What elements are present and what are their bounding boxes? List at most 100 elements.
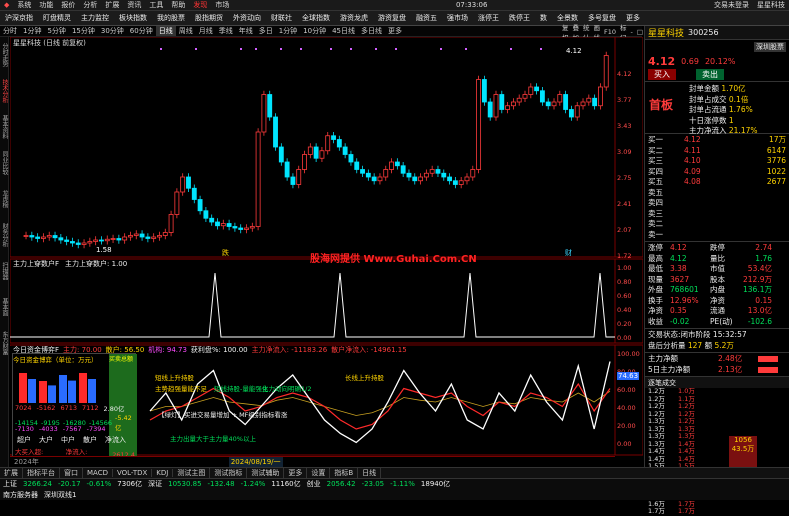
menu-item-5[interactable]: 资讯 xyxy=(123,0,145,11)
orderbook-price: 4.12 xyxy=(684,135,701,144)
toolbar-item-8[interactable]: 全球指数 xyxy=(297,11,335,26)
period-item-12[interactable]: 1分钟 xyxy=(276,26,300,36)
toolbar-item-12[interactable]: 强市场 xyxy=(442,11,473,26)
period-item-7[interactable]: 周线 xyxy=(176,26,196,36)
period-item-13[interactable]: 10分钟 xyxy=(300,26,329,36)
period-item-16[interactable]: 更多 xyxy=(385,26,405,36)
menu-item-7[interactable]: 帮助 xyxy=(167,0,189,11)
main-net-label: 主力净流入 xyxy=(689,126,727,135)
period-item-9[interactable]: 季线 xyxy=(216,26,236,36)
bottom-tab-9[interactable]: 更多 xyxy=(284,468,308,478)
orderbook-row-sell-0[interactable]: 卖五 xyxy=(648,188,786,199)
login-status[interactable]: 交易未登录 xyxy=(710,0,753,11)
time-axis-cursor: 2024/08/19/一 xyxy=(228,456,283,467)
toolbar-item-9[interactable]: 游资龙虎 xyxy=(335,11,373,26)
menu-item-3[interactable]: 分析 xyxy=(79,0,101,11)
menu-item-1[interactable]: 功能 xyxy=(35,0,57,11)
period-item-14[interactable]: 45日线 xyxy=(329,26,358,36)
toolbar-item-11[interactable]: 融资五 xyxy=(411,11,442,26)
left-rail-tab-4[interactable]: 龙虎榜 xyxy=(0,181,9,217)
toolbar-item-4[interactable]: 我的股票 xyxy=(152,11,190,26)
stock-price: 4.12 xyxy=(648,54,676,68)
toolbar-item-13[interactable]: 涨停王 xyxy=(473,11,504,26)
bottom-tab-8[interactable]: 测试辅助 xyxy=(247,468,285,478)
bottom-tab-0[interactable]: 扩展 xyxy=(0,468,23,478)
period-item-4[interactable]: 30分钟 xyxy=(98,26,127,36)
bottom-tab-7[interactable]: 测试指标 xyxy=(210,468,248,478)
orderbook-row-buy-2[interactable]: 买三 4.10 3776 xyxy=(648,156,786,167)
toolbar-item-7[interactable]: 财联社 xyxy=(266,11,297,26)
left-rail-tab-7[interactable]: 基本面 xyxy=(0,289,9,325)
bottom-tab-2[interactable]: 窗口 xyxy=(60,468,83,478)
left-rail-tab-1[interactable]: 技术分析 xyxy=(0,73,9,109)
toolbar-item-3[interactable]: 板块指数 xyxy=(114,11,152,26)
orderbook-row-sell-2[interactable]: 卖三 xyxy=(648,209,786,220)
after-hours-vol: 127 xyxy=(687,340,703,350)
bottom-tab-10[interactable]: 设置 xyxy=(307,468,331,478)
orderbook-row-buy-4[interactable]: 买五 4.08 2677 xyxy=(648,177,786,188)
left-rail-tab-0[interactable]: 分时走势 xyxy=(0,37,9,73)
stats-row-4: 外盘 768601 内盘 136.1万 xyxy=(648,285,786,296)
ind2.y_labels-tick-2: 60.00 xyxy=(617,386,636,394)
period-item-15[interactable]: 多日线 xyxy=(358,26,385,36)
ind2-value-tag: 74.63 xyxy=(617,372,640,380)
menu-market[interactable]: 市场 xyxy=(211,0,233,11)
sell-button[interactable]: 卖出 xyxy=(696,69,724,80)
toolbar-item-6[interactable]: 外资动向 xyxy=(228,11,266,26)
period-item-8[interactable]: 月线 xyxy=(196,26,216,36)
bottom-tab-1[interactable]: 指标平台 xyxy=(23,468,60,478)
orderbook-row-buy-0[interactable]: 买一 4.12 17万 xyxy=(648,135,786,146)
bottom-tab-11[interactable]: 指标B xyxy=(330,468,359,478)
toolbar-item-2[interactable]: 主力监控 xyxy=(76,11,114,26)
period-item-0[interactable]: 分时 xyxy=(0,26,20,36)
main-flow-row-0: 主力净额 2.48亿 xyxy=(648,354,786,365)
ind2-annotation-0: 短线上升持股 xyxy=(155,374,194,382)
toolbar-item-14[interactable]: 跌停王 xyxy=(504,11,535,26)
period-item-5[interactable]: 60分钟 xyxy=(127,26,156,36)
bottom-tab-5[interactable]: KDJ xyxy=(152,469,174,477)
bottom-tab-3[interactable]: MACD xyxy=(83,469,113,477)
buy-button[interactable]: 买入 xyxy=(648,69,676,80)
stats-cell: 收益 xyxy=(648,316,663,326)
orderbook-label: 买三 xyxy=(648,156,663,165)
toolbar-item-15[interactable]: 数 xyxy=(535,11,552,26)
chart-control-4[interactable]: F10 xyxy=(602,28,618,36)
left-rail-tab-5[interactable]: 财务分析 xyxy=(0,217,9,253)
menu-item-0[interactable]: 系统 xyxy=(13,0,35,11)
menu-item-4[interactable]: 扩展 xyxy=(101,0,123,11)
toolbar-item-5[interactable]: 股指期货 xyxy=(190,11,228,26)
stock-header: 星星科技 300256 xyxy=(645,26,789,40)
price-row: 4.12 0.69 20.12% xyxy=(645,54,789,68)
stats-cell: 0.15 xyxy=(755,295,772,305)
menu-item-6[interactable]: 工具 xyxy=(145,0,167,11)
orderbook-row-sell-1[interactable]: 卖四 xyxy=(648,198,786,209)
cy-value: 2056.42 xyxy=(326,480,356,488)
menu-active[interactable]: 发现 xyxy=(189,0,211,11)
toolbar-item-1[interactable]: 盯盘精灵 xyxy=(38,11,76,26)
left-rail-tab-2[interactable]: 基本资料 xyxy=(0,109,9,145)
server-line[interactable]: 深圳双线1 xyxy=(41,490,79,501)
stats-cell: 2.74 xyxy=(755,243,772,252)
capbox-row1-0: 7024 xyxy=(15,404,32,412)
period-item-3[interactable]: 15分钟 xyxy=(69,26,98,36)
left-rail-tab-3[interactable]: 同业比较 xyxy=(0,145,9,181)
orderbook-row-buy-3[interactable]: 买四 4.09 1022 xyxy=(648,167,786,178)
period-item-2[interactable]: 5分钟 xyxy=(44,26,68,36)
period-item-1[interactable]: 1分钟 xyxy=(20,26,44,36)
left-rail-tab-6[interactable]: 扫描器 xyxy=(0,253,9,289)
period-item-11[interactable]: 多日 xyxy=(256,26,276,36)
period-item-6[interactable]: 日线 xyxy=(155,26,176,36)
menu-item-2[interactable]: 报价 xyxy=(57,0,79,11)
toolbar-item-0[interactable]: 沪深京指 xyxy=(0,11,38,26)
left-rail-tab-8[interactable]: 东方财富 xyxy=(0,325,9,361)
orderbook-row-sell-4[interactable]: 卖一 xyxy=(648,230,786,241)
bottom-tab-12[interactable]: 日线 xyxy=(358,468,382,478)
capbox-labels-1: 大户 xyxy=(39,436,53,444)
orderbook-row-sell-3[interactable]: 卖二 xyxy=(648,219,786,230)
bottom-tab-4[interactable]: VOL-TDX xyxy=(113,469,153,477)
bottom-tab-6[interactable]: 测试主图 xyxy=(173,468,211,478)
orderbook-row-buy-1[interactable]: 买二 4.11 6147 xyxy=(648,146,786,157)
period-item-10[interactable]: 年线 xyxy=(236,26,256,36)
server-name[interactable]: 南方服务器 xyxy=(0,490,41,501)
toolbar-item-10[interactable]: 游资复盘 xyxy=(373,11,411,26)
